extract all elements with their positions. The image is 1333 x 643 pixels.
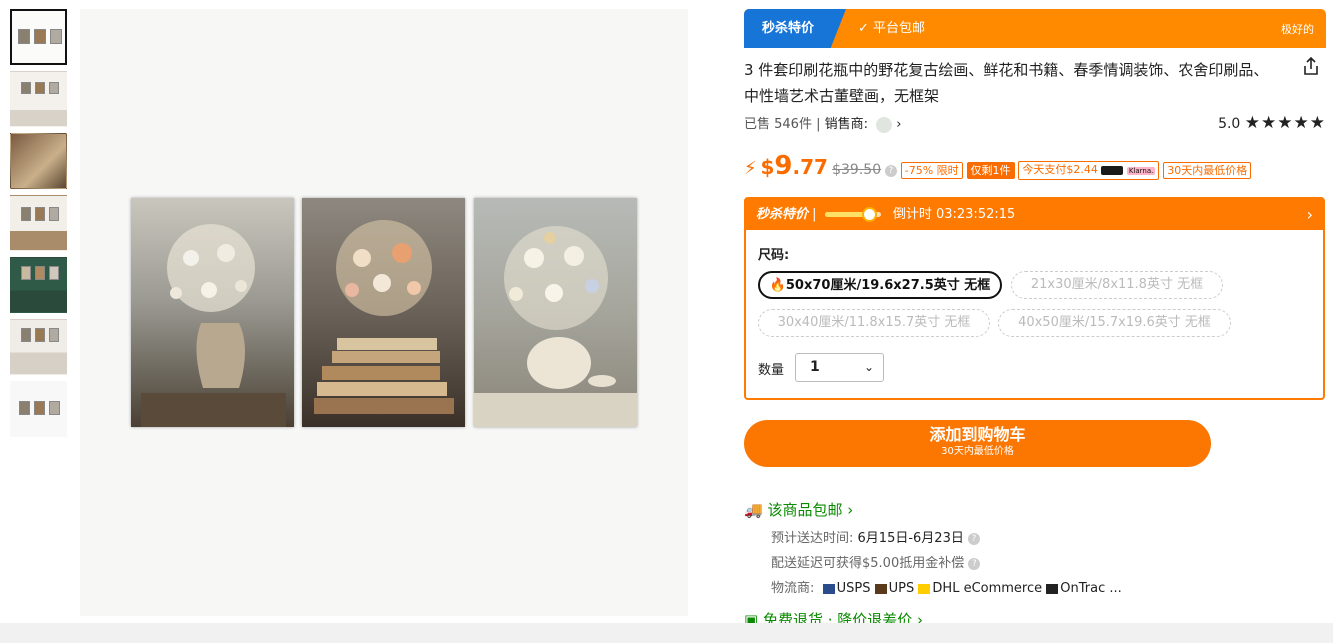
add-to-cart-button[interactable]: 添加到购物车 30天内最低价格 [744,420,1211,467]
discount-tag: -75% 限时 [900,162,963,179]
painting-flowers-teapot [474,198,637,427]
price-currency: $ [760,155,775,179]
sku-selector: 秒杀特价 | 倒计时 03:23:52:15 › 尺码: 🔥50x70厘米/19… [744,197,1325,400]
shipping-title: 该商品包邮 [767,501,843,519]
price-integer: 9 [774,151,793,181]
quantity-value: 1 [810,359,820,375]
countdown-label: 倒计时 [892,207,932,222]
share-icon[interactable] [1300,55,1322,77]
lightning-icon: ⚡ [744,158,757,179]
help-icon[interactable]: ? [968,557,981,570]
head-divider: | [812,207,821,222]
klarna-logo: Klarna. [1126,167,1156,175]
seller-chevron-icon[interactable]: › [896,117,901,132]
check-icon: ✓ [858,21,869,36]
add-to-cart-sub: 30天内最低价格 [941,446,1014,457]
help-icon[interactable]: ? [884,164,897,177]
eta-value: 6月15日-6月23日 [857,531,964,546]
size-option-label: 50x70厘米/19.6x27.5英寸 无框 [785,278,991,293]
size-label: 尺码: [758,248,790,263]
carriers-label: 物流商: [771,581,815,596]
carrier-dhl: DHL eCommerce [932,581,1043,596]
meta-divider: | [816,117,825,132]
usps-icon [822,583,835,594]
flash-sale-banner: 秒杀特价 ✓ 平台包邮 极好的 [744,9,1326,48]
size-option-40x50[interactable]: 40x50厘米/15.7x19.6英寸 无框 [998,309,1231,337]
sales-meta: 已售 546件 | 销售商: › 5.0 ★★★★★ [744,113,1326,133]
carriers: 物流商: USPS UPS DHL eCommerce OnTrac ... [771,577,1122,596]
product-info: 秒杀特价 ✓ 平台包邮 极好的 3 件套印刷花瓶中的野花复古绘画、鲜花和书籍、春… [744,9,1326,629]
free-shipping-tag: ✓ 平台包邮 [858,9,925,48]
carrier-ontrac: OnTrac ... [1060,581,1122,596]
free-shipping-link[interactable]: 🚚 该商品包邮 › [744,499,853,520]
thumbnail-7[interactable] [10,381,67,437]
thumbnail-4[interactable] [10,195,67,251]
quality-badge: 极好的 [1281,23,1314,36]
price-row: ⚡ $9.77 $39.50 ? -75% 限时 仅剩1件 今天支付$2.44 … [744,151,1326,181]
rating-value: 5.0 [1218,116,1241,132]
dhl-icon [918,583,931,594]
delivery-eta: 预计送达时间: 6月15日-6月23日 ? [771,527,980,546]
installment-tag[interactable]: 今天支付$2.44 Klarna. [1018,161,1160,180]
flash-sale-countdown[interactable]: 秒杀特价 | 倒计时 03:23:52:15 › [746,199,1323,230]
ups-icon [874,583,887,594]
size-option-50x70[interactable]: 🔥50x70厘米/19.6x27.5英寸 无框 [758,271,1002,299]
delay-text: 配送延迟可获得$5.00抵用金补偿 [771,556,965,571]
product-title: 3 件套印刷花瓶中的野花复古绘画、鲜花和书籍、春季情调装饰、农舍印刷品、中性墙艺… [744,61,1269,105]
truck-icon: 🚚 [744,501,763,519]
thumbnail-2[interactable] [10,71,67,127]
carrier-usps: USPS [836,581,871,596]
free-shipping-label: 平台包邮 [873,21,926,36]
eta-label: 预计送达时间: [771,531,854,546]
seller-avatar[interactable] [876,116,893,133]
current-price: $9.77 [760,151,832,181]
add-to-cart-label: 添加到购物车 [929,425,1026,444]
thumbnail-1[interactable] [10,9,67,65]
thumbnail-6[interactable] [10,319,67,375]
main-product-image[interactable] [80,9,688,616]
product-page: 秒杀特价 ✓ 平台包邮 极好的 3 件套印刷花瓶中的野花复古绘画、鲜花和书籍、春… [0,0,1333,643]
original-price: $39.50 [832,162,882,178]
ontrac-icon [1046,583,1059,594]
flash-sale-progress [824,207,881,222]
installment-text: 今天支付$2.44 [1022,163,1098,176]
size-option-30x40[interactable]: 30x40厘米/11.8x15.7英寸 无框 [758,309,990,337]
fire-icon: 🔥 [769,278,786,293]
stock-tag[interactable]: 仅剩1件 [966,162,1015,179]
thumbnail-list [10,9,68,443]
thumbnail-5[interactable] [10,257,67,313]
delay-compensation: 配送延迟可获得$5.00抵用金补偿 ? [771,552,981,571]
lowest-price-tag: 30天内最低价格 [1163,162,1252,179]
flash-sale-tag: 秒杀特价 [744,9,846,48]
sold-count: 已售 546件 [744,117,812,132]
size-option-21x30[interactable]: 21x30厘米/8x11.8英寸 无框 [1011,271,1223,299]
quantity-label: 数量 [758,363,785,378]
afterpay-icon [1101,165,1124,175]
star-rating-icon: ★★★★★ [1244,113,1326,133]
progress-fill [824,212,867,217]
seller-label: 销售商: [824,117,868,132]
quantity-select[interactable]: 1 ⌄ [795,353,884,382]
flash-sale-label: 秒杀特价 [756,207,809,222]
chevron-down-icon: ⌄ [863,360,874,374]
painting-flowers-books [302,198,465,427]
help-icon[interactable]: ? [968,532,980,545]
painting-vase-flowers [131,198,294,427]
chevron-right-icon[interactable]: › [1307,199,1313,230]
page-footer-strip [0,623,1333,643]
countdown-timer: 03:23:52:15 [935,207,1016,222]
thumbnail-3[interactable] [10,133,67,189]
price-decimal: .77 [792,155,828,179]
progress-knob [861,207,877,222]
rating[interactable]: 5.0 ★★★★★ [1218,113,1326,133]
carrier-ups: UPS [888,581,915,596]
